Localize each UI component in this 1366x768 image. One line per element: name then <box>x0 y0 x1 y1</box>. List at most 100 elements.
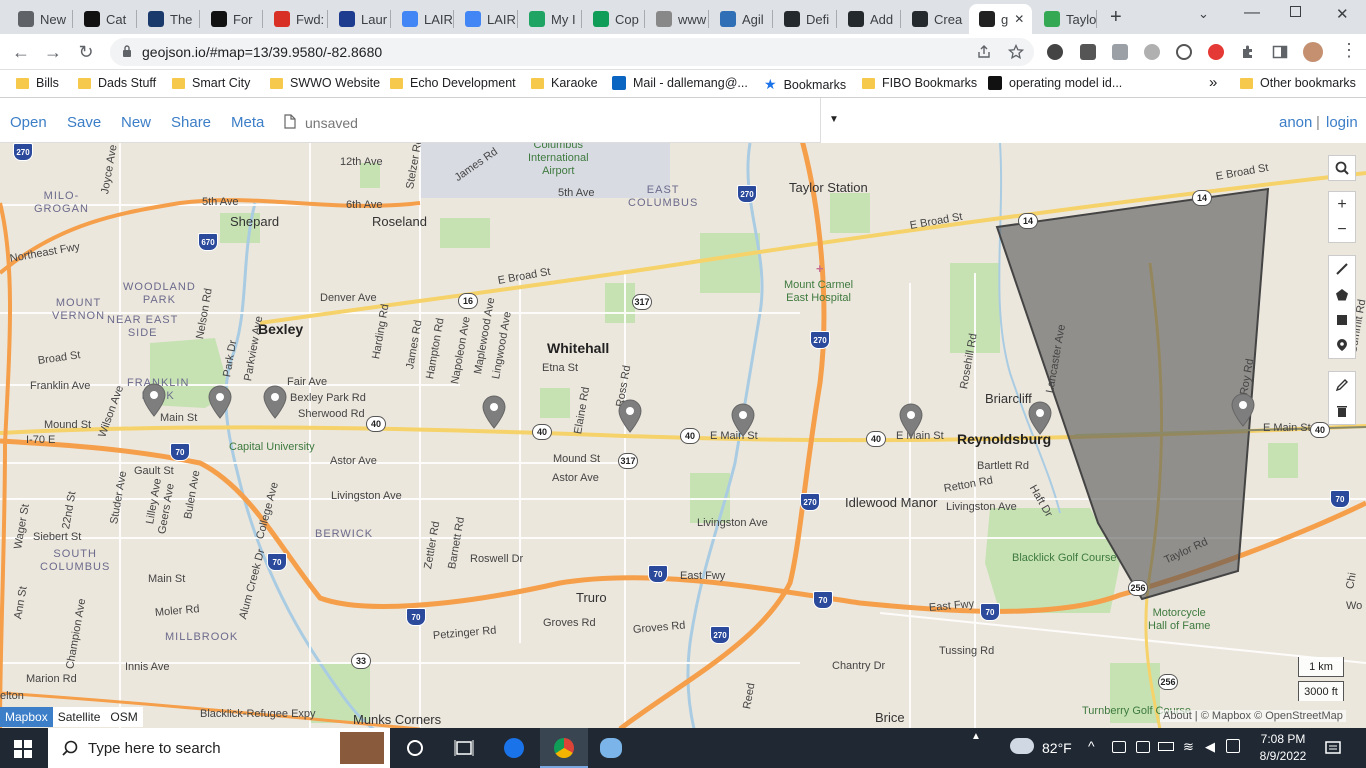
browser-tab[interactable]: Add <box>838 4 900 34</box>
browser-tab[interactable]: Agil <box>710 4 772 34</box>
close-window-button[interactable]: ✕ <box>1336 5 1349 23</box>
extension-icon[interactable] <box>1080 44 1096 60</box>
layer-option-satellite[interactable]: Satellite <box>52 707 106 727</box>
other-bookmarks[interactable]: Other bookmarks <box>1240 76 1356 90</box>
browser-tab[interactable]: Defi <box>774 4 836 34</box>
bookmark-item[interactable]: Karaoke <box>531 76 598 90</box>
extension-icon[interactable] <box>1208 44 1224 60</box>
mode-dropdown-arrow[interactable]: ▼ <box>829 114 839 125</box>
map-marker-icon[interactable] <box>207 385 233 419</box>
paint-app-icon[interactable] <box>600 738 622 758</box>
layer-option-osm[interactable]: OSM <box>105 707 143 727</box>
cortana-icon[interactable] <box>406 739 424 757</box>
bookmark-item[interactable]: Smart City <box>172 76 250 90</box>
map-marker-icon[interactable] <box>141 383 167 417</box>
map-marker-icon[interactable] <box>898 403 924 437</box>
browser-tab[interactable]: The <box>138 4 199 34</box>
browser-tab[interactable]: LAIR <box>455 4 517 34</box>
extension-icon[interactable] <box>1047 44 1063 60</box>
meet-icon[interactable] <box>1136 741 1150 753</box>
map-marker-icon[interactable] <box>1027 401 1053 435</box>
maps-app-icon[interactable] <box>504 738 524 758</box>
meta-menu[interactable]: Meta <box>231 114 264 131</box>
save-menu[interactable]: Save <box>67 114 101 131</box>
battery-icon[interactable] <box>1158 742 1174 751</box>
puzzle-icon[interactable] <box>1240 44 1256 60</box>
extension-icon[interactable] <box>1176 44 1192 60</box>
browser-tab[interactable]: www <box>646 4 708 34</box>
browser-tab[interactable]: For <box>201 4 262 34</box>
browser-tab[interactable]: Cat <box>74 4 136 34</box>
tray-app-icon[interactable] <box>1112 741 1126 753</box>
menu-kebab-icon[interactable]: ⋮ <box>1340 40 1358 61</box>
reload-button[interactable]: ↻ <box>75 41 97 63</box>
notification-icon[interactable] <box>1325 740 1341 756</box>
tab-close-icon[interactable]: ✕ <box>1014 12 1024 26</box>
bookmark-item[interactable]: ★ Bookmarks <box>764 76 846 93</box>
bookmark-star-icon[interactable] <box>1008 44 1024 60</box>
browser-tab[interactable]: Laur <box>329 4 390 34</box>
draw-line-icon[interactable] <box>1335 262 1349 276</box>
new-menu[interactable]: New <box>121 114 151 131</box>
taskbar-search-box[interactable]: Type here to search <box>48 728 390 768</box>
open-menu[interactable]: Open <box>10 114 47 131</box>
edit-icon[interactable] <box>1335 378 1349 392</box>
browser-tab[interactable]: LAIR <box>392 4 453 34</box>
address-bar[interactable]: geojson.io/#map=13/39.9580/-82.8680 <box>110 38 1034 66</box>
windows-start-icon[interactable] <box>14 740 32 758</box>
map-marker-icon[interactable] <box>617 399 643 433</box>
weather-temp[interactable]: 82°F <box>1042 740 1072 756</box>
ime-icon[interactable] <box>1226 739 1240 753</box>
scroll-up-arrow[interactable]: ▲ <box>971 731 981 742</box>
share-menu[interactable]: Share <box>171 114 211 131</box>
login-link[interactable]: login <box>1326 114 1358 131</box>
search-control[interactable] <box>1328 155 1356 181</box>
bookmark-item[interactable]: Echo Development <box>390 76 516 90</box>
draw-polygon-icon[interactable] <box>1335 288 1349 302</box>
map-attribution[interactable]: About | © Mapbox © OpenStreetMap <box>1160 710 1346 722</box>
clock-date[interactable]: 8/9/2022 <box>1254 749 1312 763</box>
bookmark-item[interactable]: FIBO Bookmarks <box>862 76 977 90</box>
map-marker-icon[interactable] <box>730 403 756 437</box>
task-view-icon[interactable] <box>454 739 474 757</box>
forward-button[interactable]: → <box>42 41 64 63</box>
zoom-in-button[interactable]: + <box>1337 196 1346 214</box>
tray-chevron-icon[interactable]: ^ <box>1088 738 1095 754</box>
draw-rectangle-icon[interactable] <box>1336 314 1348 326</box>
bookmarks-overflow-button[interactable]: » <box>1209 74 1217 91</box>
chrome-taskbar-button[interactable] <box>540 728 588 768</box>
browser-tab[interactable]: Taylo <box>1034 4 1096 34</box>
browser-tab[interactable]: New <box>8 4 72 34</box>
volume-icon[interactable]: ◀ <box>1205 739 1215 755</box>
bookmark-item[interactable]: Mail - dallemang@... <box>612 76 748 90</box>
browser-tab[interactable]: Cop <box>583 4 644 34</box>
share-icon[interactable] <box>976 44 992 60</box>
bookmark-item[interactable]: Bills <box>16 76 59 90</box>
tab-search-chevron-icon[interactable]: ⌄ <box>1198 6 1209 22</box>
bookmark-item[interactable]: Dads Stuff <box>78 76 156 90</box>
browser-tab[interactable]: g ✕ <box>969 4 1032 34</box>
trash-icon[interactable] <box>1336 404 1348 418</box>
wifi-icon[interactable]: ≋ <box>1183 739 1194 755</box>
zoom-out-button[interactable]: − <box>1337 221 1346 239</box>
user-name[interactable]: anon <box>1279 114 1312 131</box>
browser-tab[interactable]: Crea <box>902 4 967 34</box>
extension-icon[interactable] <box>1112 44 1128 60</box>
profile-avatar[interactable] <box>1303 42 1323 62</box>
browser-tab[interactable]: My I <box>519 4 581 34</box>
minimize-button[interactable]: — <box>1244 4 1260 22</box>
bookmark-item[interactable]: SWWO Website <box>270 76 380 90</box>
layer-option-mapbox[interactable]: Mapbox <box>0 707 53 727</box>
map-canvas[interactable]: Bexley Whitehall Reynoldsburg Shepard Rosela… <box>0 143 1366 729</box>
browser-tab[interactable]: Fwd: <box>264 4 327 34</box>
new-tab-button[interactable]: + <box>1110 6 1122 29</box>
map-marker-icon[interactable] <box>262 385 288 419</box>
extension-icon[interactable] <box>1144 44 1160 60</box>
map-marker-icon[interactable] <box>481 395 507 429</box>
back-button[interactable]: ← <box>10 41 32 63</box>
draw-marker-icon[interactable] <box>1336 338 1348 352</box>
side-panel-icon[interactable] <box>1272 44 1288 60</box>
restore-button[interactable] <box>1290 6 1301 17</box>
clock-time[interactable]: 7:08 PM <box>1258 732 1308 746</box>
bookmark-item[interactable]: operating model id... <box>988 76 1122 90</box>
